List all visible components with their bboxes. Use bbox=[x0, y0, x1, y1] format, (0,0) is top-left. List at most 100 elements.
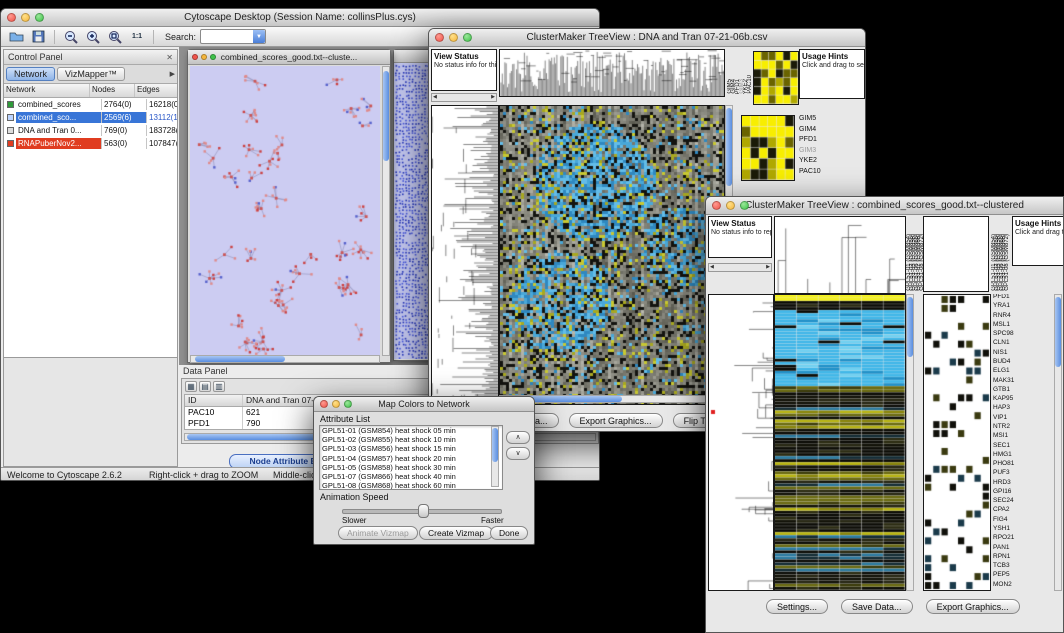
usage-hints-text: Click and drag to select bbox=[802, 62, 864, 69]
tv2-right-vscrollbar[interactable] bbox=[1054, 294, 1062, 591]
minimize-button[interactable] bbox=[21, 13, 30, 22]
close-button[interactable] bbox=[192, 54, 198, 60]
treeview-button[interactable]: Save Data... bbox=[841, 599, 913, 614]
tab-vizmapper[interactable]: VizMapper™ bbox=[57, 67, 125, 81]
network-table-header: Network Nodes Edges bbox=[4, 84, 177, 98]
network-hscrollbar[interactable] bbox=[190, 355, 380, 363]
tv2-right-heatmap[interactable] bbox=[924, 295, 990, 590]
attribute-item[interactable]: GPL51-07 (GSM866) heat shock 40 min bbox=[320, 472, 502, 481]
network-row[interactable]: combined_sco...2569(6)13112(15) bbox=[4, 111, 177, 124]
network-cell: combined_sco... bbox=[16, 112, 102, 123]
zoom-actual-button[interactable]: 1:1 bbox=[128, 29, 146, 45]
left-arrow-icon[interactable]: ◀ bbox=[433, 95, 437, 100]
treeview-dna-titlebar[interactable]: ClusterMaker TreeView : DNA and Tran 07-… bbox=[429, 29, 865, 47]
attribute-item[interactable]: GPL51-08 (GSM868) heat shock 60 min bbox=[320, 481, 502, 490]
slider-thumb[interactable] bbox=[418, 504, 429, 518]
attribute-item[interactable]: GPL51-05 (GSM858) heat shock 30 min bbox=[320, 463, 502, 472]
maximize-button[interactable] bbox=[463, 33, 472, 42]
maximize-button[interactable] bbox=[35, 13, 44, 22]
dialog-titlebar[interactable]: Map Colors to Network bbox=[314, 397, 534, 412]
attribute-item[interactable]: GPL51-03 (GSM856) heat shock 15 min bbox=[320, 444, 502, 453]
toolbar-separator bbox=[54, 30, 55, 44]
tv2-vscrollbar[interactable] bbox=[906, 294, 914, 591]
search-input[interactable]: ▼ bbox=[200, 29, 266, 44]
network-row[interactable]: RNAPuberNov2...563(0)107847(0) bbox=[4, 137, 177, 150]
gene-label: PAC10 bbox=[799, 168, 821, 179]
attribute-list[interactable]: GPL51-01 (GSM854) heat shock 05 minGPL51… bbox=[319, 425, 503, 490]
zoom-out-button[interactable] bbox=[62, 29, 80, 45]
tv2-heatmap[interactable] bbox=[775, 295, 905, 590]
select-attributes-button[interactable]: ▦ bbox=[185, 381, 197, 392]
network-view-window[interactable]: combined_scores_good.txt--cluste... bbox=[187, 49, 391, 363]
maximize-button[interactable] bbox=[740, 201, 749, 210]
view-status-text: No status info for this view bbox=[434, 62, 496, 69]
zoom-in-button[interactable] bbox=[84, 29, 102, 45]
right-arrow-icon[interactable]: ▶ bbox=[766, 265, 770, 270]
zoom-fit-button[interactable] bbox=[106, 29, 124, 45]
close-button[interactable] bbox=[7, 13, 16, 22]
dropdown-arrow-icon[interactable]: ▼ bbox=[253, 30, 265, 43]
view-pager[interactable]: ◀ ▶ bbox=[708, 263, 772, 272]
close-button[interactable] bbox=[712, 201, 721, 210]
delete-attribute-button[interactable]: ▥ bbox=[213, 381, 225, 392]
attribute-list-label: Attribute List bbox=[320, 414, 370, 424]
id-column-header[interactable]: ID bbox=[185, 395, 243, 406]
attribute-item[interactable]: GPL51-04 (GSM857) heat shock 20 min bbox=[320, 454, 502, 463]
network-row[interactable]: combined_scores2764(0)16218(0) bbox=[4, 98, 177, 111]
tv2-top-dendrogram[interactable] bbox=[775, 217, 905, 293]
move-down-button[interactable]: ∨ bbox=[506, 447, 530, 460]
close-icon[interactable]: ✕ bbox=[166, 53, 173, 62]
main-titlebar[interactable]: Cytoscape Desktop (Session Name: collins… bbox=[1, 9, 599, 27]
minimize-button[interactable] bbox=[201, 54, 207, 60]
treeview-button[interactable]: Settings... bbox=[766, 599, 828, 614]
column-header-nodes[interactable]: Nodes bbox=[90, 84, 135, 97]
window-controls bbox=[7, 13, 44, 22]
tv1-top-dendrogram[interactable] bbox=[500, 50, 724, 96]
network-canvas[interactable] bbox=[190, 66, 380, 356]
move-up-button[interactable]: ∧ bbox=[506, 431, 530, 444]
close-button[interactable] bbox=[435, 33, 444, 42]
minimize-button[interactable] bbox=[449, 33, 458, 42]
column-header-network[interactable]: Network bbox=[4, 84, 90, 97]
attribute-item[interactable]: GPL51-01 (GSM854) heat shock 05 min bbox=[320, 426, 502, 435]
network-cell: 563(0) bbox=[102, 138, 147, 149]
save-button[interactable] bbox=[29, 29, 47, 45]
minimize-button[interactable] bbox=[726, 201, 735, 210]
treeview-combined-titlebar[interactable]: ClusterMaker TreeView : combined_scores_… bbox=[706, 197, 1063, 215]
network-vscrollbar[interactable] bbox=[382, 66, 390, 356]
tv1-mini-heatmap-2[interactable] bbox=[742, 116, 794, 180]
network-view-titlebar[interactable]: combined_scores_good.txt--cluste... bbox=[188, 50, 390, 65]
right-arrow-icon[interactable]: ▶ bbox=[491, 95, 495, 100]
create-attribute-button[interactable]: ▤ bbox=[199, 381, 211, 392]
attribute-list-scrollbar[interactable] bbox=[491, 426, 499, 487]
treeview-button[interactable]: Export Graphics... bbox=[569, 413, 663, 428]
gene-label: MON2 bbox=[993, 582, 1051, 591]
control-panel-empty-area bbox=[4, 150, 177, 357]
search-label: Search: bbox=[165, 32, 196, 42]
zoom-fit-icon bbox=[108, 30, 122, 44]
maximize-button[interactable] bbox=[210, 54, 216, 60]
attribute-item[interactable]: GPL51-02 (GSM855) heat shock 10 min bbox=[320, 435, 502, 444]
open-folder-button[interactable] bbox=[7, 29, 25, 45]
tv2-button-row: Settings... Save Data... Export Graphics..… bbox=[766, 599, 1020, 614]
tv1-heatmap[interactable] bbox=[500, 106, 724, 404]
done-button[interactable]: Done bbox=[490, 526, 528, 540]
tv2-left-dendrogram[interactable] bbox=[709, 295, 773, 590]
tv1-left-dendrogram[interactable] bbox=[432, 106, 498, 404]
column-header-edges[interactable]: Edges bbox=[135, 84, 177, 97]
network-row[interactable]: DNA and Tran 0...769(0)183728(0) bbox=[4, 124, 177, 137]
tab-overflow-icon[interactable]: ▶ bbox=[170, 70, 175, 78]
create-vizmap-button[interactable]: Create Vizmap bbox=[419, 526, 493, 540]
folder-icon bbox=[9, 30, 24, 43]
maximize-button[interactable] bbox=[344, 400, 352, 408]
birdseye-view[interactable] bbox=[4, 357, 177, 466]
tv1-mini-heatmap-1[interactable] bbox=[754, 52, 798, 104]
treeview-button[interactable]: Export Graphics... bbox=[926, 599, 1020, 614]
view-pager[interactable]: ◀ ▶ bbox=[431, 93, 497, 102]
animate-vizmap-button[interactable]: Animate Vizmap bbox=[338, 526, 418, 540]
animation-speed-slider[interactable] bbox=[342, 503, 502, 517]
minimize-button[interactable] bbox=[332, 400, 340, 408]
close-button[interactable] bbox=[320, 400, 328, 408]
left-arrow-icon[interactable]: ◀ bbox=[710, 265, 714, 270]
tab-network[interactable]: Network bbox=[6, 67, 55, 81]
